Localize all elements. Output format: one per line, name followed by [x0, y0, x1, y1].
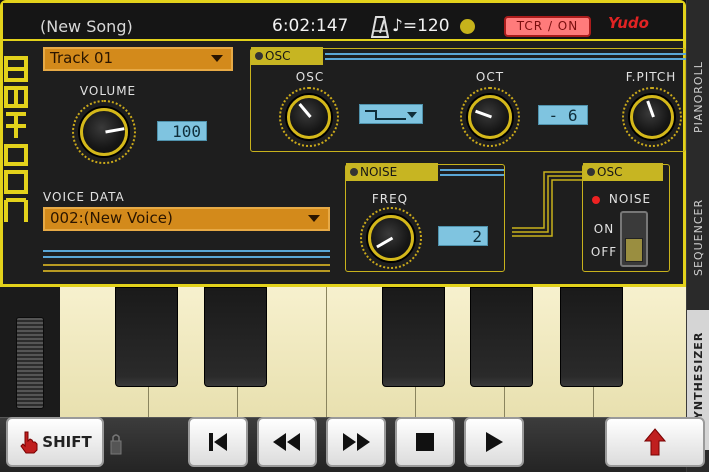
- side-tab-bar: PIANOROLL SEQUENCER SYNTHESIZER: [686, 0, 709, 472]
- time-display: 6:02:147: [272, 16, 349, 36]
- voice-data-label: VOICE DATA: [43, 190, 125, 204]
- volume-label: VOLUME: [79, 84, 137, 98]
- track-dropdown-value: Track 01: [50, 49, 114, 67]
- off-label: OFF: [590, 245, 618, 259]
- oct-value[interactable]: - 6: [538, 105, 588, 125]
- noise-toggle-switch[interactable]: [620, 211, 648, 267]
- tempo-indicator-led: [460, 19, 475, 34]
- chevron-down-icon: [308, 215, 320, 222]
- chevron-down-icon: [407, 112, 417, 118]
- rewind-button[interactable]: [257, 417, 317, 467]
- volume-knob[interactable]: [80, 108, 128, 156]
- toggle-handle: [625, 238, 643, 262]
- divider-stripe: [43, 264, 330, 266]
- noise-section-tab: NOISE: [346, 163, 438, 181]
- fpitch-knob-pointer: [646, 100, 655, 118]
- osc-knob[interactable]: [287, 95, 331, 139]
- tab-sequencer[interactable]: SEQUENCER: [687, 175, 709, 300]
- stop-button[interactable]: [395, 417, 455, 467]
- play-button[interactable]: [464, 417, 524, 467]
- black-key[interactable]: [204, 287, 267, 387]
- piano-keyboard: [60, 287, 686, 417]
- track-dropdown[interactable]: Track 01: [43, 47, 233, 71]
- connector-lines: [512, 171, 588, 237]
- noise-led: [592, 196, 600, 204]
- freq-knob-pointer: [376, 236, 394, 249]
- divider-stripe: [43, 250, 330, 252]
- osc-section-tab: OSC: [251, 47, 323, 65]
- shift-label: SHIFT: [42, 433, 92, 451]
- stop-icon: [416, 433, 434, 451]
- pitch-wheel[interactable]: [16, 317, 44, 409]
- tcr-button[interactable]: TCR / ON: [504, 16, 591, 37]
- noise-label: NOISE: [608, 192, 652, 206]
- black-key[interactable]: [115, 287, 178, 387]
- black-key[interactable]: [470, 287, 533, 387]
- tempo-display[interactable]: ♪=120: [392, 16, 450, 36]
- fast-forward-icon: [343, 433, 370, 451]
- scroll-up-button[interactable]: [605, 417, 705, 467]
- black-key[interactable]: [382, 287, 445, 387]
- volume-value[interactable]: 100: [157, 121, 207, 141]
- freq-label: FREQ: [371, 192, 409, 206]
- oct-knob-pointer: [474, 109, 493, 119]
- freq-value[interactable]: 2: [438, 226, 488, 246]
- on-label: ON: [593, 222, 615, 236]
- voice-data-dropdown-value: 002:(New Voice): [50, 209, 173, 227]
- brand-logo: Yudo: [608, 14, 649, 32]
- pitch-area: [0, 287, 60, 417]
- osc-waveform-select[interactable]: [359, 104, 423, 124]
- oct-knob[interactable]: [468, 95, 512, 139]
- divider-stripe: [325, 53, 686, 55]
- song-title[interactable]: (New Song): [40, 17, 133, 36]
- oct-label: OCT: [475, 70, 505, 84]
- divider-stripe: [325, 58, 686, 60]
- fast-forward-button[interactable]: [326, 417, 386, 467]
- play-icon: [486, 432, 503, 452]
- divider-stripe: [43, 256, 330, 258]
- pulse-wave-icon: [365, 110, 406, 120]
- skip-to-start-icon: [209, 433, 227, 451]
- fpitch-knob[interactable]: [630, 95, 674, 139]
- metronome-icon[interactable]: [371, 16, 389, 38]
- tab-pianoroll[interactable]: PIANOROLL: [687, 30, 709, 165]
- black-key[interactable]: [560, 287, 623, 387]
- chevron-down-icon: [211, 55, 223, 62]
- freq-knob[interactable]: [368, 215, 414, 261]
- hand-pointer-icon: [20, 431, 38, 454]
- arrow-up-icon: [644, 428, 666, 456]
- app-logo: [4, 56, 28, 222]
- osc-noise-section-tab: OSC: [583, 163, 663, 181]
- shift-button[interactable]: SHIFT: [6, 417, 104, 467]
- volume-knob-pointer: [105, 127, 125, 134]
- divider-stripe: [43, 270, 330, 272]
- divider-stripe: [440, 169, 504, 171]
- rewind-to-start-button[interactable]: [188, 417, 248, 467]
- osc-label: OSC: [295, 70, 325, 84]
- rewind-icon: [273, 433, 300, 451]
- osc-knob-pointer: [298, 102, 312, 118]
- divider-stripe: [440, 174, 504, 176]
- fpitch-label: F.PITCH: [625, 70, 677, 84]
- lock-icon: [110, 434, 122, 455]
- voice-data-dropdown[interactable]: 002:(New Voice): [43, 207, 330, 231]
